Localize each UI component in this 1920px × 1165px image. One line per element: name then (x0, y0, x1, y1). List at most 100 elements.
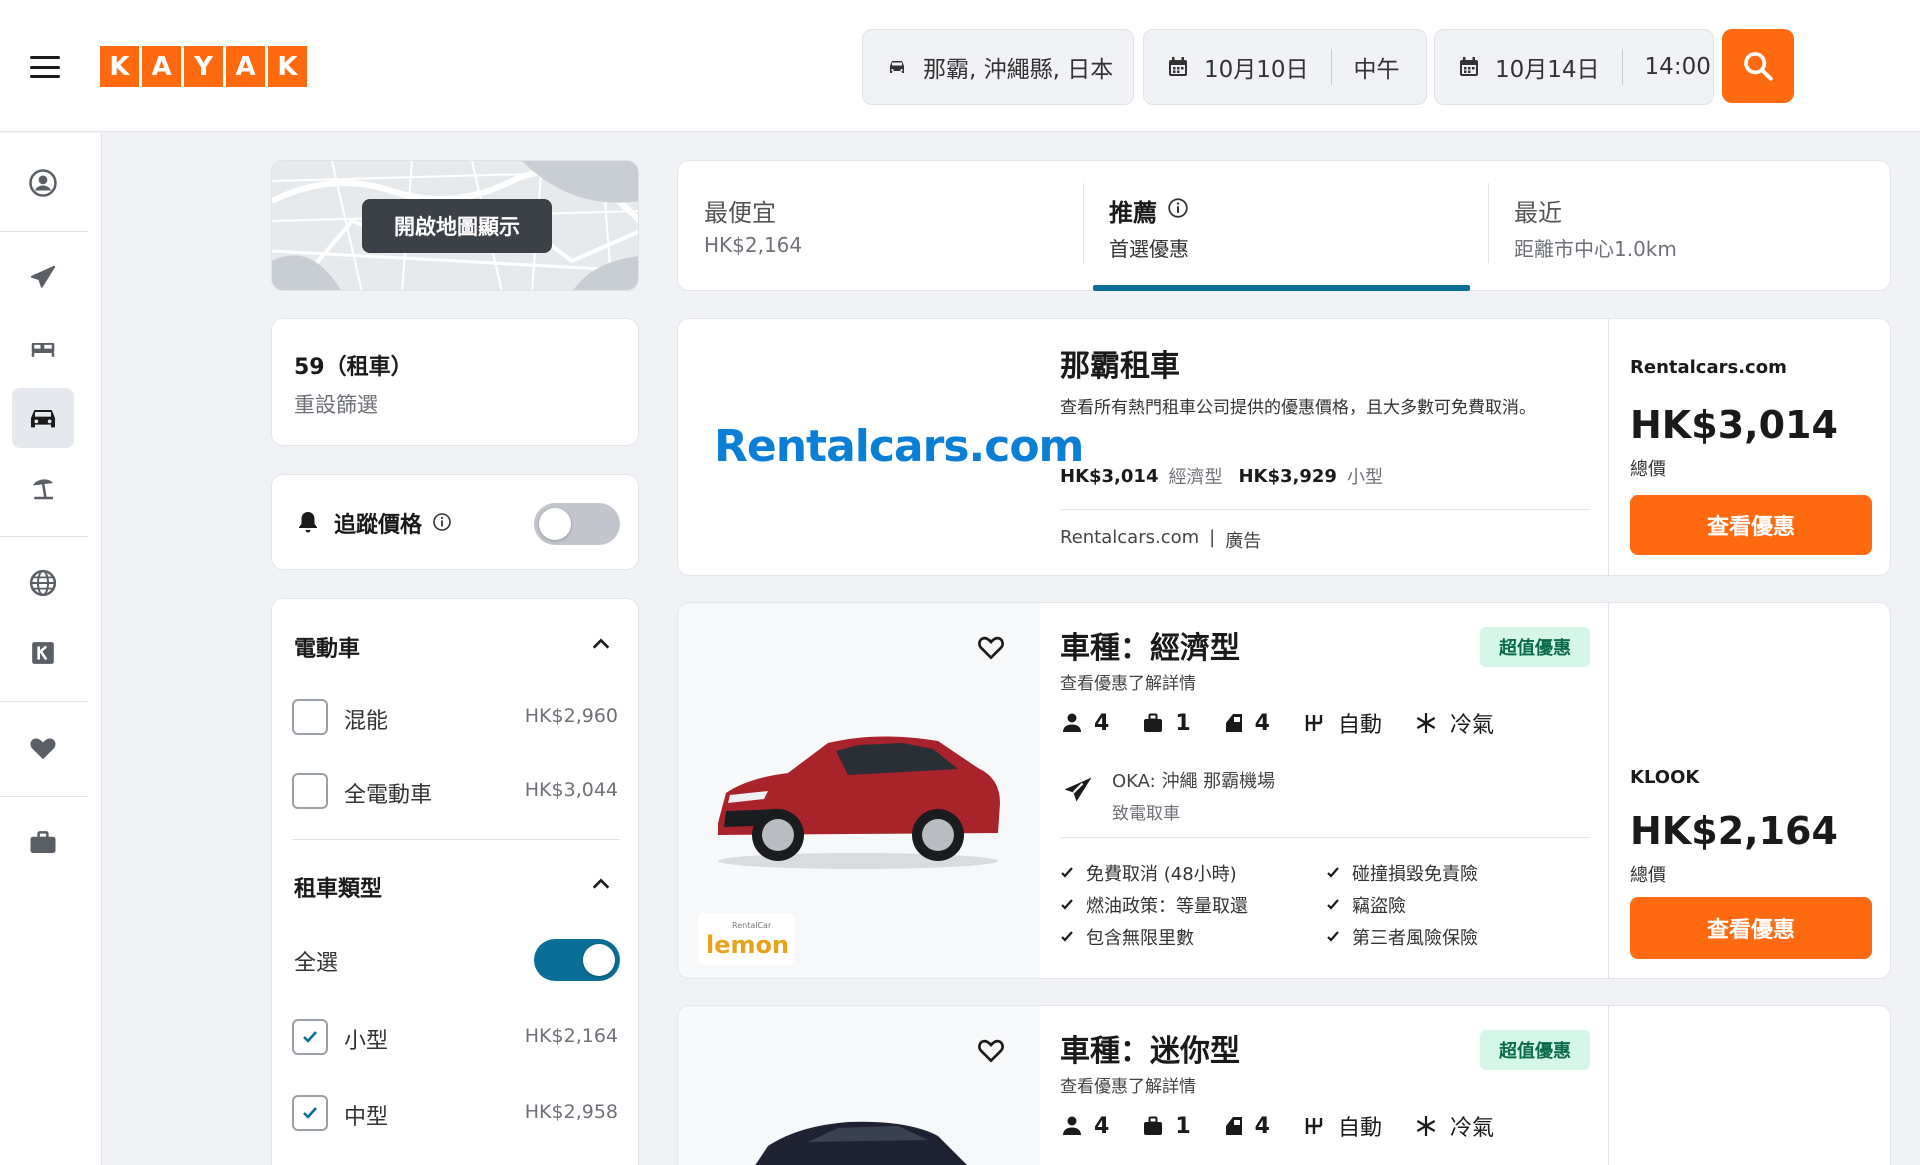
spec-transmission: 自動 (1337, 1116, 1382, 1141)
check-icon (1061, 867, 1073, 878)
dropoff-datetime-field[interactable]: 10月14日 14:00 (1434, 29, 1714, 105)
hamburger-menu-icon[interactable] (30, 56, 60, 78)
car-door-icon (1225, 1117, 1242, 1135)
pickup-time: 中午 (1353, 57, 1400, 83)
rail-explore[interactable] (12, 553, 74, 613)
location-field[interactable]: 那霸, 沖繩縣, 日本 (862, 29, 1134, 105)
filters-card: 電動車 混能 HK$2,960 全電動車 HK$3,044 租車類型 全選 小型… (271, 598, 639, 1165)
search-button[interactable] (1722, 29, 1794, 103)
car-offer-card[interactable]: RentalCar lemon 車種：經濟型 超值優惠 查看優惠了解詳情 4 1… (677, 602, 1891, 979)
car-icon (31, 410, 55, 428)
tab-nearest[interactable]: 最近 距離市中心1.0km (1488, 161, 1892, 292)
briefcase-icon (30, 831, 56, 853)
offer-subtitle: 查看優惠了解詳情 (1060, 1077, 1196, 1097)
ad-view-deal-button[interactable]: 查看優惠 (1630, 495, 1872, 555)
ad-description: 查看所有熱門租車公司提供的優惠價格，且大多數可免費取消。 (1060, 398, 1536, 418)
spec-bags: 1 (1175, 1113, 1191, 1139)
feature-text: 竊盜險 (1352, 896, 1406, 917)
rail-trips[interactable] (12, 813, 74, 873)
ad-footer: Rentalcars.com | 廣告 (1060, 527, 1262, 552)
pickup-note: 致電取車 (1112, 804, 1180, 824)
ev-option-hybrid[interactable] (292, 699, 328, 735)
view-deal-button[interactable]: 查看優惠 (1630, 897, 1872, 959)
transmission-icon (1305, 715, 1323, 731)
check-icon (1061, 899, 1073, 910)
feature-text: 碰撞損毀免責險 (1352, 864, 1478, 885)
ad-price-2-type: 小型 (1346, 467, 1383, 488)
option-price: HK$2,960 (524, 705, 618, 727)
tab-title: 推薦 (1109, 199, 1157, 227)
spec-passengers: 4 (1094, 710, 1110, 736)
favorite-heart-icon[interactable] (974, 1034, 1008, 1066)
ad-card[interactable]: Rentalcars.com 那霸租車 查看所有熱門租車公司提供的優惠價格，且大… (677, 318, 1891, 577)
tab-subtitle: 首選優惠 (1109, 237, 1189, 261)
checkbox[interactable] (292, 1019, 328, 1055)
offer-title: 車種：迷你型 (1060, 1034, 1240, 1069)
rail-account[interactable] (12, 153, 74, 213)
checkbox[interactable] (292, 699, 328, 735)
car-offer-card[interactable]: 車種：迷你型 超值優惠 查看優惠了解詳情 4 1 4 自動 冷氣 (677, 1005, 1891, 1165)
rail-packages[interactable] (12, 458, 74, 518)
rail-flights[interactable] (12, 248, 74, 308)
ad-price-lines: HK$3,014 經濟型 HK$3,929 小型 (1060, 463, 1383, 489)
bed-icon (31, 343, 55, 357)
checkbox[interactable] (292, 773, 328, 809)
chevron-up-icon[interactable] (590, 633, 612, 655)
option-label: 全電動車 (344, 783, 433, 808)
car-specs: 4 1 4 自動 冷氣 (1060, 1110, 1494, 1142)
logo-letter: A (226, 46, 265, 87)
rail-stays[interactable] (12, 318, 74, 378)
rail-cars[interactable] (12, 388, 74, 448)
results-count-card: 59（租車） 重設篩選 (271, 318, 639, 446)
info-icon[interactable] (1167, 197, 1189, 219)
tab-title: 最便宜 (704, 199, 776, 227)
chevron-up-icon[interactable] (590, 873, 612, 895)
checkbox[interactable] (292, 1095, 328, 1131)
dropoff-date: 10月14日 (1495, 57, 1600, 83)
pickup-datetime-field[interactable]: 10月10日 中午 (1143, 29, 1427, 105)
car-type-option-small[interactable] (292, 1019, 328, 1055)
option-label: 小型 (344, 1029, 389, 1054)
rail-trips-saved[interactable] (12, 718, 74, 778)
calendar-icon (1169, 57, 1187, 76)
deal-badge: 超值優惠 (1480, 1030, 1590, 1070)
ad-tag: 廣告 (1225, 531, 1262, 552)
favorite-heart-icon[interactable] (974, 631, 1008, 663)
ev-option-full-electric[interactable] (292, 773, 328, 809)
car-image-panel (678, 1006, 1040, 1165)
check-icon (1061, 931, 1073, 942)
transmission-icon (1305, 1118, 1323, 1134)
left-nav-rail (0, 133, 102, 1165)
logo-letter: K (268, 46, 307, 87)
logo-letter: A (142, 46, 181, 87)
option-label: 混能 (344, 709, 389, 734)
ad-title: 那霸租車 (1060, 349, 1180, 384)
tab-recommended[interactable]: 推薦 首選優惠 (1083, 161, 1488, 292)
heart-icon (30, 738, 56, 760)
kayak-logo[interactable]: K A Y A K (100, 46, 307, 87)
car-icon (890, 61, 904, 73)
supplier-logo-text: lemon (706, 931, 790, 959)
info-icon[interactable] (432, 512, 452, 532)
price-alert-toggle[interactable] (534, 503, 620, 545)
features-col-1: 免費取消 (48小時) 燃油政策：等量取還 包含無限里數 (1060, 857, 1320, 953)
open-map-button[interactable]: 開啟地圖顯示 (362, 199, 552, 253)
spec-bags: 1 (1175, 710, 1191, 736)
reset-filters-link[interactable]: 重設篩選 (294, 389, 378, 419)
option-price: HK$2,958 (524, 1101, 618, 1123)
spec-ac: 冷氣 (1449, 1116, 1494, 1141)
select-all-toggle[interactable] (534, 939, 620, 981)
price-alert-label: 追蹤價格 (334, 513, 423, 538)
logo-letter: K (100, 46, 139, 87)
bell-icon (299, 512, 317, 533)
rail-business[interactable] (12, 623, 74, 683)
option-label: 中型 (344, 1105, 389, 1130)
spec-doors: 4 (1254, 710, 1270, 736)
map-preview[interactable]: 開啟地圖顯示 (271, 160, 639, 291)
snowflake-icon (1416, 1116, 1436, 1136)
tab-cheapest[interactable]: 最便宜 HK$2,164 (678, 161, 1083, 292)
car-image (718, 736, 1000, 869)
car-image (755, 1121, 967, 1165)
supplier-logo-sub: RentalCar (732, 921, 772, 930)
car-type-option-medium[interactable] (292, 1095, 328, 1131)
